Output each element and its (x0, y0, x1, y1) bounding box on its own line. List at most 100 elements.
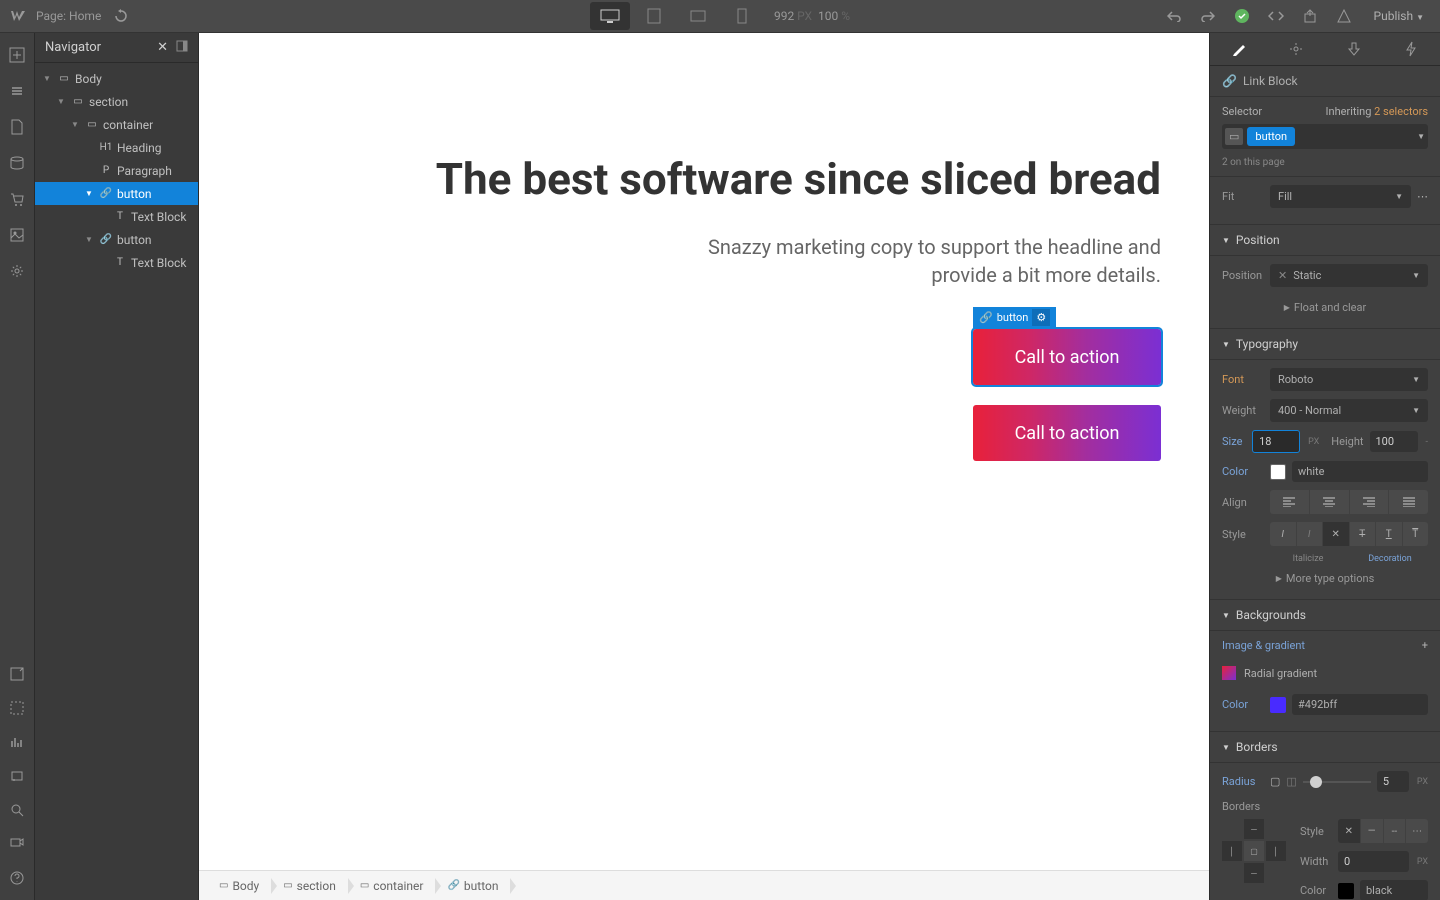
status-ok-icon[interactable] (1230, 4, 1254, 28)
align-justify-icon[interactable] (1389, 490, 1428, 514)
align-left-icon[interactable] (1270, 490, 1309, 514)
code-icon[interactable] (1264, 4, 1288, 28)
more-icon[interactable]: ⋯ (1417, 190, 1428, 203)
canvas[interactable]: The best software since sliced bread Sna… (199, 33, 1209, 900)
border-color-swatch[interactable] (1338, 883, 1354, 899)
effects-tab-icon[interactable] (1397, 35, 1425, 63)
fit-dropdown[interactable]: Fill▼ (1270, 185, 1411, 208)
border-left-icon[interactable]: │ (1222, 841, 1242, 861)
backgrounds-section-header[interactable]: ▼Backgrounds (1210, 600, 1440, 631)
text-color-value[interactable]: white (1292, 461, 1428, 482)
border-dotted-icon[interactable]: ⋯ (1406, 819, 1428, 843)
cta-button-2[interactable]: Call to action (973, 405, 1161, 461)
selector-tag[interactable]: button (1247, 127, 1295, 146)
ecommerce-icon[interactable] (7, 189, 27, 209)
italic-off-icon[interactable]: I (1297, 522, 1323, 546)
italic-icon[interactable]: I (1270, 522, 1296, 546)
inheriting-link[interactable]: 2 selectors (1374, 105, 1428, 118)
font-dropdown[interactable]: Roboto▼ (1270, 368, 1428, 391)
canvas-heading[interactable]: The best software since sliced bread (436, 153, 1161, 205)
webflow-logo-icon[interactable] (8, 6, 28, 26)
border-width-input[interactable] (1338, 851, 1409, 872)
viewport-tablet-landscape-icon[interactable] (678, 2, 718, 30)
float-clear-toggle[interactable]: ▶Float and clear (1222, 295, 1428, 320)
strikethrough-icon[interactable]: T (1350, 522, 1376, 546)
page-name[interactable]: Home (69, 9, 101, 23)
text-color-swatch[interactable] (1270, 464, 1286, 480)
refresh-icon[interactable] (109, 4, 133, 28)
assets-icon[interactable] (7, 225, 27, 245)
gradient-item[interactable]: Radial gradient (1222, 660, 1428, 686)
viewport-tablet-icon[interactable] (634, 2, 674, 30)
borders-section-header[interactable]: ▼Borders (1210, 732, 1440, 763)
tree-item-section[interactable]: ▼▭section (35, 90, 198, 113)
border-bottom-icon[interactable]: ─ (1244, 863, 1264, 883)
tutorial-icon[interactable] (7, 834, 27, 854)
canvas-paragraph[interactable]: Snazzy marketing copy to support the hea… (641, 233, 1161, 289)
viewport-desktop-icon[interactable] (590, 2, 630, 30)
selector-input[interactable]: ▭ button ▼ (1222, 124, 1428, 149)
more-type-toggle[interactable]: ▶More type options (1222, 566, 1428, 591)
align-right-icon[interactable] (1350, 490, 1389, 514)
border-top-icon[interactable]: ─ (1244, 819, 1264, 839)
search-icon[interactable] (7, 800, 27, 820)
settings-tab-icon[interactable] (1282, 35, 1310, 63)
tree-item-container[interactable]: ▼▭container (35, 113, 198, 136)
typography-section-header[interactable]: ▼Typography (1210, 329, 1440, 360)
position-dropdown[interactable]: ✕Static▼ (1270, 264, 1428, 287)
decoration-none-icon[interactable]: ✕ (1323, 522, 1349, 546)
add-background-icon[interactable]: + (1422, 639, 1428, 652)
audit-icon[interactable] (7, 732, 27, 752)
viewport-mobile-icon[interactable] (722, 2, 762, 30)
border-none-icon[interactable]: ✕ (1338, 819, 1360, 843)
bg-color-value[interactable]: #492bff (1292, 694, 1428, 715)
radius-individual-icon[interactable]: ◫ (1286, 775, 1296, 788)
border-solid-icon[interactable]: — (1361, 819, 1383, 843)
weight-dropdown[interactable]: 400 - Normal▼ (1270, 399, 1428, 422)
breadcrumb-section[interactable]: ▭ section (271, 875, 348, 897)
border-dashed-icon[interactable]: -- (1384, 819, 1406, 843)
cms-icon[interactable] (7, 153, 27, 173)
page-icon[interactable] (7, 117, 27, 137)
tree-item-text-block[interactable]: TText Block (35, 205, 198, 228)
video-icon[interactable] (7, 766, 27, 786)
pages-icon[interactable] (7, 81, 27, 101)
tree-item-text-block[interactable]: TText Block (35, 251, 198, 274)
border-all-icon[interactable]: ▢ (1244, 841, 1264, 861)
radius-input[interactable] (1377, 771, 1409, 792)
height-input[interactable] (1370, 431, 1418, 452)
interactions-tab-icon[interactable] (1340, 35, 1368, 63)
close-icon[interactable]: ✕ (157, 40, 168, 55)
breadcrumb-body[interactable]: ▭ Body (207, 875, 271, 897)
redo-icon[interactable] (1196, 4, 1220, 28)
dock-icon[interactable] (176, 40, 188, 55)
add-element-icon[interactable] (7, 45, 27, 65)
cta-button-1[interactable]: Call to action (973, 329, 1161, 385)
tree-item-paragraph[interactable]: PParagraph (35, 159, 198, 182)
border-color-value[interactable]: black (1360, 880, 1428, 900)
export-icon[interactable] (1298, 4, 1322, 28)
gear-icon[interactable]: ⚙ (1032, 309, 1050, 326)
size-input[interactable] (1252, 430, 1300, 453)
tree-item-body[interactable]: ▼▭Body (35, 67, 198, 90)
guides-icon[interactable] (7, 698, 27, 718)
tree-item-button[interactable]: ▼🔗button (35, 182, 198, 205)
overline-icon[interactable]: T (1403, 522, 1429, 546)
bg-color-swatch[interactable] (1270, 697, 1286, 713)
height-unit[interactable]: - (1426, 437, 1429, 447)
style-tab-icon[interactable] (1225, 35, 1253, 63)
radius-slider[interactable] (1303, 781, 1371, 783)
tree-item-button[interactable]: ▼🔗button (35, 228, 198, 251)
border-side-selector[interactable]: ─ │▢│ ─ (1222, 819, 1286, 883)
publish-button[interactable]: Publish ▼ (1366, 5, 1432, 27)
underline-icon[interactable]: T (1376, 522, 1402, 546)
position-section-header[interactable]: ▼Position (1210, 225, 1440, 256)
audit-icon[interactable] (1332, 4, 1356, 28)
navigator-toggle-icon[interactable] (7, 664, 27, 684)
settings-icon[interactable] (7, 261, 27, 281)
breadcrumb-container[interactable]: ▭ container (348, 875, 436, 897)
undo-icon[interactable] (1162, 4, 1186, 28)
chevron-down-icon[interactable]: ▼ (1417, 132, 1425, 141)
size-unit[interactable]: PX (1308, 437, 1319, 447)
align-center-icon[interactable] (1310, 490, 1349, 514)
